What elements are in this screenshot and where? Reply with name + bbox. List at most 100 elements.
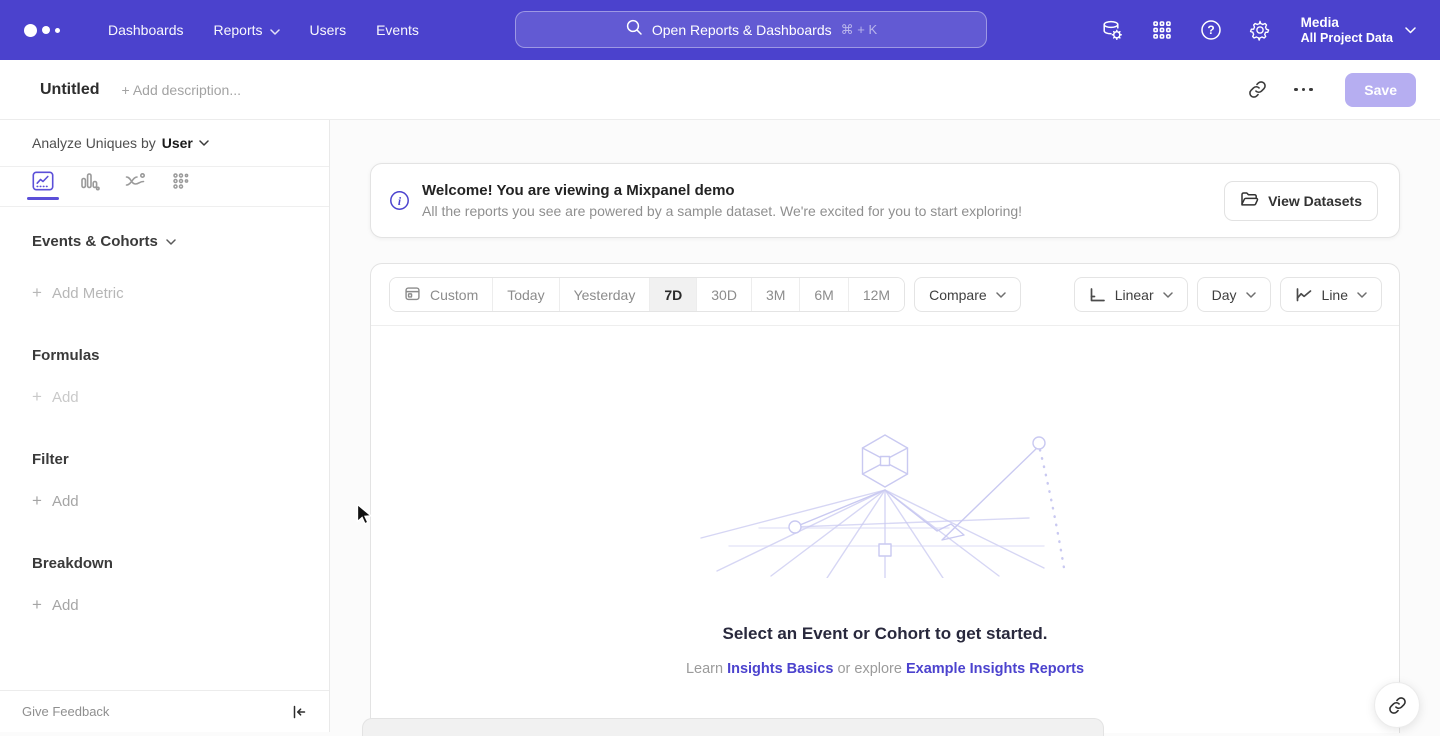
search-shortcut: ⌘ + K [841, 22, 878, 38]
chart-type-label: Line [1322, 287, 1348, 303]
report-description-placeholder[interactable]: + Add description... [122, 82, 241, 98]
chevron-down-icon [996, 292, 1006, 298]
copy-link-icon[interactable] [1239, 72, 1275, 108]
project-name: Media [1301, 15, 1393, 31]
add-breakdown-label: Add [52, 597, 79, 614]
view-datasets-button[interactable]: View Datasets [1224, 181, 1378, 221]
banner-title: Welcome! You are viewing a Mixpanel demo [422, 182, 1022, 199]
query-builder-sidebar: Analyze Uniques by User [0, 120, 330, 732]
give-feedback-link[interactable]: Give Feedback [22, 704, 109, 719]
nav-item-label: Users [310, 22, 347, 38]
nav-item-label: Events [376, 22, 419, 38]
scale-dropdown[interactable]: Linear [1074, 277, 1188, 312]
insights-basics-link[interactable]: Insights Basics [727, 661, 833, 677]
project-scope: All Project Data [1301, 31, 1393, 46]
add-filter-label: Add [52, 493, 79, 510]
demo-welcome-banner: i Welcome! You are viewing a Mixpanel de… [370, 163, 1400, 238]
chevron-down-icon [1163, 292, 1173, 298]
example-insights-reports-link[interactable]: Example Insights Reports [906, 661, 1084, 677]
nav-item-users[interactable]: Users [310, 22, 347, 38]
chart-controls-row: Custom Today Yesterday 7D 30D 3M 6M 12M … [371, 264, 1399, 326]
nav-right-group: ? Media All Project Data [1101, 15, 1416, 46]
events-cohorts-section[interactable]: Events & Cohorts [32, 233, 297, 250]
date-range-12m[interactable]: 12M [849, 278, 904, 311]
report-title[interactable]: Untitled [40, 81, 100, 99]
date-range-7d[interactable]: 7D [650, 278, 697, 311]
collapse-sidebar-icon[interactable] [291, 704, 307, 720]
add-metric-label: Add Metric [52, 285, 124, 302]
floating-share-link-button[interactable] [1374, 682, 1420, 728]
info-icon: i [389, 190, 410, 211]
search-placeholder: Open Reports & Dashboards [652, 22, 832, 38]
nav-item-label: Reports [214, 22, 263, 38]
add-metric-button[interactable]: + Add Metric [32, 283, 297, 303]
calendar-icon [404, 285, 421, 305]
interval-label: Day [1212, 287, 1237, 303]
chevron-down-icon [270, 22, 280, 38]
global-search[interactable]: Open Reports & Dashboards ⌘ + K [515, 11, 987, 48]
nav-item-events[interactable]: Events [376, 22, 419, 38]
analyze-row: Analyze Uniques by User [0, 120, 329, 167]
apps-grid-icon[interactable] [1150, 18, 1174, 42]
save-button[interactable]: Save [1345, 73, 1416, 107]
banner-subtitle: All the reports you see are powered by a… [422, 203, 1022, 219]
settings-gear-icon[interactable] [1248, 18, 1272, 42]
project-selector[interactable]: Media All Project Data [1301, 15, 1416, 46]
horizontal-scrollbar-thumb[interactable] [362, 718, 1104, 736]
date-range-custom[interactable]: Custom [390, 278, 493, 311]
chart-type-dropdown[interactable]: Line [1280, 277, 1382, 312]
axis-scale-icon [1089, 287, 1106, 303]
svg-text:?: ? [1207, 23, 1214, 37]
date-range-30d[interactable]: 30D [697, 278, 752, 311]
data-management-icon[interactable] [1101, 18, 1125, 42]
chevron-down-icon [199, 140, 209, 146]
more-options-icon[interactable] [1285, 72, 1321, 108]
tab-bar-chart-icon[interactable] [78, 171, 100, 199]
date-range-today[interactable]: Today [493, 278, 559, 311]
plus-icon: + [32, 491, 42, 511]
plus-icon: + [32, 595, 42, 615]
nav-item-dashboards[interactable]: Dashboards [108, 22, 184, 38]
search-icon [625, 18, 643, 41]
analyze-by-value: User [162, 135, 193, 151]
add-formula-button[interactable]: + Add [32, 387, 297, 407]
chevron-down-icon [1246, 292, 1256, 298]
line-chart-icon [1295, 287, 1313, 303]
interval-dropdown[interactable]: Day [1197, 277, 1271, 312]
view-datasets-label: View Datasets [1268, 193, 1362, 209]
empty-state-links: Learn Insights Basics or explore Example… [686, 661, 1084, 677]
tab-line-chart-icon[interactable] [32, 171, 54, 199]
events-cohorts-label: Events & Cohorts [32, 233, 158, 250]
empty-state: Select an Event or Cohort to get started… [371, 326, 1399, 677]
empty-state-illustration [699, 428, 1071, 578]
report-header: Untitled + Add description... Save [0, 60, 1440, 120]
add-formula-label: Add [52, 389, 79, 406]
plus-icon: + [32, 283, 42, 303]
chevron-down-icon [1357, 292, 1367, 298]
visualization-tabs [0, 167, 329, 207]
filter-section-title: Filter [32, 451, 297, 468]
add-breakdown-button[interactable]: + Add [32, 595, 297, 615]
mixpanel-logo-icon[interactable] [24, 24, 78, 37]
date-range-3m[interactable]: 3M [752, 278, 800, 311]
tab-flow-icon[interactable] [124, 171, 146, 199]
add-filter-button[interactable]: + Add [32, 491, 297, 511]
link-icon [1388, 696, 1407, 715]
breakdown-section-title: Breakdown [32, 555, 297, 572]
top-nav: Dashboards Reports Users Events Open Rep… [0, 0, 1440, 60]
tab-metric-icon[interactable] [170, 171, 192, 199]
compare-dropdown[interactable]: Compare [914, 277, 1021, 312]
analyze-by-dropdown[interactable]: User [162, 135, 209, 151]
folder-icon [1240, 191, 1259, 211]
main-content: i Welcome! You are viewing a Mixpanel de… [330, 120, 1440, 732]
learn-prefix: Learn [686, 661, 723, 677]
plus-icon: + [32, 387, 42, 407]
scale-label: Linear [1115, 287, 1154, 303]
insights-report-card: Custom Today Yesterday 7D 30D 3M 6M 12M … [370, 263, 1400, 733]
nav-item-reports[interactable]: Reports [214, 22, 280, 38]
date-range-6m[interactable]: 6M [800, 278, 848, 311]
formulas-section-title: Formulas [32, 347, 297, 364]
help-icon[interactable]: ? [1199, 18, 1223, 42]
or-explore-text: or explore [837, 661, 901, 677]
date-range-yesterday[interactable]: Yesterday [560, 278, 651, 311]
